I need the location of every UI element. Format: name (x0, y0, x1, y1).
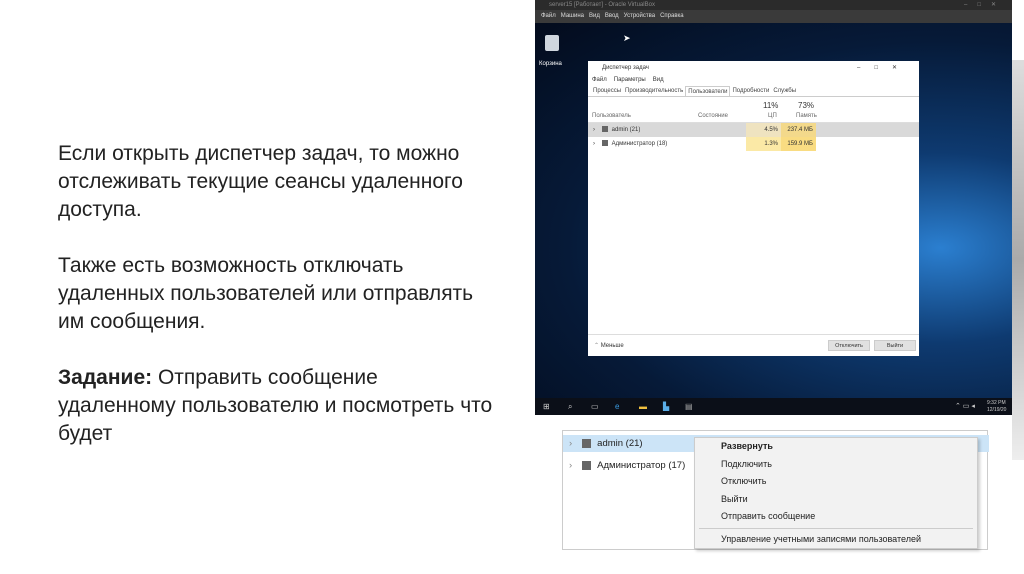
tab-users[interactable]: Пользователи (685, 86, 731, 96)
col-memory[interactable]: Память (796, 113, 817, 119)
explorer-icon[interactable]: ▬ (639, 398, 647, 415)
tm-tabs: Процессы Производительность Пользователи По… (588, 86, 919, 97)
edge-icon[interactable]: e (615, 398, 619, 415)
menu-item-expand[interactable]: Развернуть (695, 438, 977, 456)
task-paragraph: Задание: Отправить сообщение удаленному … (58, 364, 498, 448)
user-icon (582, 460, 592, 470)
tab-details[interactable]: Подробности (730, 86, 771, 96)
user-name: admin (21) (597, 438, 643, 449)
clock-date: 12/19/20 (987, 407, 1007, 413)
menu-view[interactable]: Вид (589, 13, 600, 19)
table-row[interactable]: › Администратор (18) 1.3% 159.9 МБ (588, 137, 919, 151)
tm-menu-file[interactable]: Файл (592, 77, 607, 83)
search-icon[interactable]: ⌕ (568, 398, 572, 415)
user-icon (601, 126, 608, 133)
task-view-icon[interactable]: ▭ (591, 398, 599, 415)
expand-chevron-icon[interactable]: › (588, 141, 595, 147)
slide-text: Если открыть диспетчер задач, то можно о… (58, 140, 498, 476)
paragraph-1: Если открыть диспетчер задач, то можно о… (58, 142, 463, 221)
col-user[interactable]: Пользователь (592, 113, 631, 119)
expand-chevron-icon[interactable]: › (569, 438, 572, 449)
virtualbox-window: server15 [Работает] - Oracle VirtualBox –… (535, 0, 1012, 415)
task-manager-window: Диспетчер задач –□✕ Файл Параметры Вид Проц… (588, 61, 919, 356)
tm-titlebar: Диспетчер задач –□✕ (588, 61, 919, 75)
user-name: admin (21) (611, 127, 641, 133)
cpu-value: 4.5% (746, 123, 781, 137)
vm-title: server15 [Работает] - Oracle VirtualBox (549, 2, 655, 8)
logout-button[interactable]: Выйти (874, 340, 916, 351)
tray-icons[interactable]: ⌃ ▭ ◂ (955, 398, 975, 415)
memory-value: 159.9 МБ (781, 137, 816, 151)
menu-item-disconnect[interactable]: Отключить (695, 473, 977, 491)
cpu-value: 1.3% (746, 137, 781, 151)
cpu-total: 11% (763, 101, 779, 110)
desktop: Корзина ➤ Диспетчер задач –□✕ Файл Парамет… (535, 23, 1012, 398)
task-manager-taskbar-icon[interactable]: ▤ (685, 398, 693, 415)
menu-separator (699, 527, 973, 529)
window-controls[interactable]: –□✕ (964, 0, 1006, 10)
expand-chevron-icon[interactable]: › (569, 460, 572, 471)
menu-item-manage-accounts[interactable]: Управление учетными записями пользовател… (695, 531, 977, 549)
menu-file[interactable]: Файл (541, 13, 556, 19)
disconnect-button[interactable]: Отключить (828, 340, 870, 351)
tm-window-controls[interactable]: –□✕ (857, 61, 911, 75)
server-manager-icon[interactable]: ▙ (663, 398, 669, 415)
recycle-bin-icon[interactable] (545, 35, 559, 51)
tm-menu-view[interactable]: Вид (653, 77, 664, 83)
tm-title: Диспетчер задач (602, 65, 649, 71)
decoration (1012, 60, 1024, 460)
table-row[interactable]: › admin (21) 4.5% 237.4 МБ (588, 123, 919, 137)
menu-machine[interactable]: Машина (561, 13, 584, 19)
menu-item-logout[interactable]: Выйти (695, 491, 977, 509)
fewer-details-link[interactable]: Меньше (601, 343, 624, 349)
tab-processes[interactable]: Процессы (591, 86, 623, 96)
user-icon (601, 140, 608, 147)
mouse-cursor-icon: ➤ (623, 33, 631, 43)
clock-time: 9:32 PM (987, 400, 1006, 406)
col-status[interactable]: Состояние (698, 113, 728, 119)
memory-value: 237.4 МБ (781, 123, 816, 137)
tm-menubar: Файл Параметры Вид (588, 75, 919, 86)
tm-footer: ⌃ Меньше Отключить Выйти (588, 334, 919, 356)
clock[interactable]: 9:32 PM 12/19/20 (987, 400, 1006, 414)
paragraph-2: Также есть возможность отключать удаленн… (58, 254, 474, 333)
tab-performance[interactable]: Производительность (623, 86, 685, 96)
user-icon (582, 438, 592, 448)
user-name: Администратор (18) (611, 141, 668, 147)
menu-item-connect[interactable]: Подключить (695, 456, 977, 474)
vm-menubar: Файл Машина Вид Ввод Устройства Справка (535, 10, 1012, 23)
collapse-icon[interactable]: ⌃ (594, 343, 599, 349)
context-menu: Развернуть Подключить Отключить Выйти От… (694, 437, 978, 549)
task-label: Задание: (58, 366, 153, 389)
expand-chevron-icon[interactable]: › (588, 127, 595, 133)
tm-menu-options[interactable]: Параметры (614, 77, 646, 83)
start-icon[interactable]: ⊞ (543, 398, 550, 415)
menu-input[interactable]: Ввод (605, 13, 619, 19)
menu-devices[interactable]: Устройства (624, 13, 655, 19)
recycle-bin-label: Корзина (539, 61, 562, 67)
mem-total: 73% (798, 101, 815, 110)
col-cpu[interactable]: ЦП (768, 113, 777, 119)
taskbar: ⊞ ⌕ ▭ e ▬ ▙ ▤ ⌃ ▭ ◂ 9:32 PM 12/19/20 (535, 398, 1012, 415)
user-name: Администратор (17) (597, 460, 686, 471)
tab-services[interactable]: Службы (771, 86, 798, 96)
table-header: Пользователь Состояние 11% ЦП 73% Память (588, 97, 919, 123)
menu-item-send-message[interactable]: Отправить сообщение (695, 508, 977, 526)
menu-help[interactable]: Справка (660, 13, 684, 19)
context-menu-screenshot: › admin (21) › Администратор (17) Разверну… (562, 430, 989, 550)
vm-titlebar: server15 [Работает] - Oracle VirtualBox –… (535, 0, 1012, 10)
